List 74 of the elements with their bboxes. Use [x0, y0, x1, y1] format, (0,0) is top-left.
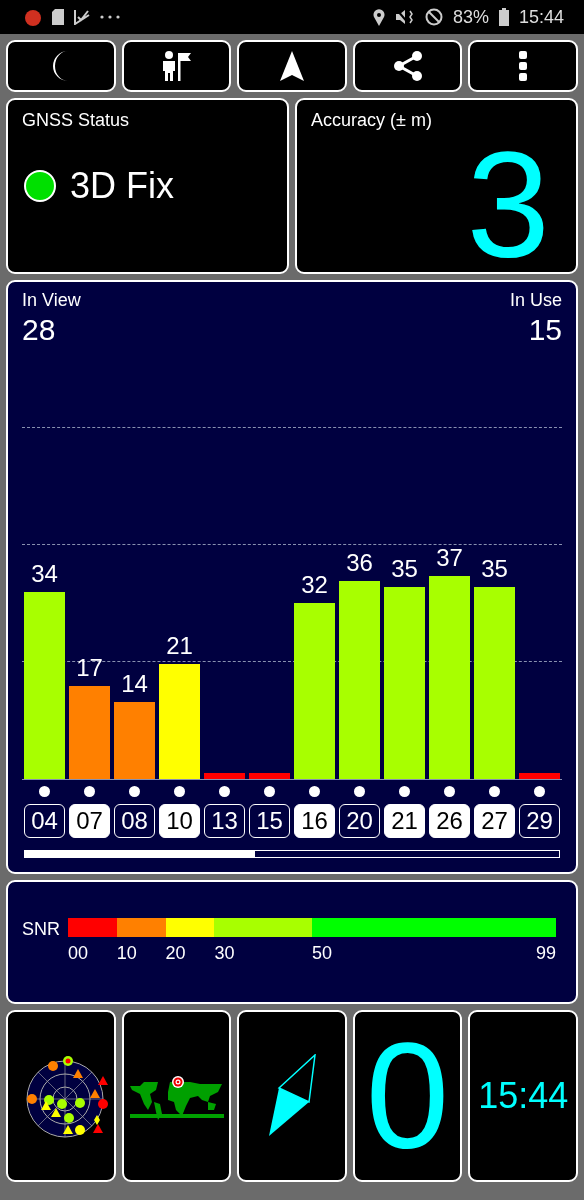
radar-tile[interactable]	[6, 1010, 116, 1182]
satellite-id: 27	[474, 804, 515, 838]
snr-tick-label: 99	[536, 943, 556, 964]
satellite-dot	[534, 786, 545, 797]
signal-value: 36	[345, 549, 374, 577]
satellite-id: 15	[249, 804, 290, 838]
signal-value: 32	[300, 571, 329, 599]
map-tile[interactable]	[121, 1010, 232, 1182]
clock: 15:44	[518, 6, 564, 28]
satellite-id: 07	[69, 804, 110, 838]
battery-icon	[498, 8, 509, 26]
in-view-label: In View	[22, 290, 81, 311]
satellite-dot	[174, 786, 185, 797]
in-view-count: 28	[22, 313, 56, 347]
satellite-id: 08	[114, 804, 155, 838]
satellite-id: 29	[519, 804, 560, 838]
check-icon	[74, 9, 90, 25]
satellite-id: 20	[339, 804, 380, 838]
speed-value: 0	[365, 1021, 450, 1171]
person-with-flag-icon	[160, 50, 193, 82]
satellite-id: 16	[294, 804, 335, 838]
satellite-dot	[444, 786, 455, 797]
satellite-dot	[489, 786, 500, 797]
night-button[interactable]	[6, 40, 116, 92]
navigation-arrow-icon	[280, 51, 304, 81]
share-icon	[391, 50, 424, 82]
signal-value: 35	[480, 554, 509, 583]
more-options-icon	[519, 51, 528, 81]
snr-tick-label: 30	[214, 943, 235, 964]
number-tile[interactable]: 0	[352, 1010, 463, 1182]
signal-value: 37	[435, 543, 464, 572]
snr-tick-label: 50	[312, 943, 333, 964]
share-button[interactable]	[352, 40, 463, 92]
battery-percentage: 83%	[452, 6, 489, 28]
snr-tick-label: 00	[68, 943, 89, 964]
more-notifications-icon	[100, 15, 120, 19]
signal-value: 35	[390, 554, 419, 583]
snr-tick-label: 10	[116, 943, 137, 964]
sd-card-icon	[52, 9, 64, 25]
compass-tile[interactable]	[237, 1010, 347, 1182]
satellite-dot	[264, 786, 275, 797]
menu-button[interactable]	[468, 40, 578, 92]
signal-value: 21	[165, 631, 194, 660]
snr-label: SNR	[22, 919, 60, 941]
navigate-button[interactable]	[237, 40, 347, 92]
satellite-dot	[39, 786, 50, 797]
panel-title: Accuracy (± m)	[311, 110, 433, 131]
time-tile[interactable]: 15:44	[468, 1010, 578, 1182]
satellite-dot	[309, 786, 320, 797]
satellite-dot	[354, 786, 365, 797]
do-not-disturb-icon	[424, 8, 443, 26]
panel-title: GNSS Status	[22, 110, 131, 131]
app-icon	[24, 8, 42, 26]
satellite-id: 04	[24, 804, 65, 838]
satellite-dot	[399, 786, 410, 797]
satellite-id: 21	[384, 804, 425, 838]
guide-button[interactable]	[121, 40, 232, 92]
satellite-dot	[219, 786, 230, 797]
signal-value: 14	[120, 670, 149, 698]
accuracy-value: 3	[466, 130, 550, 280]
signal-value: 34	[30, 560, 59, 588]
in-use-count: 15	[528, 313, 562, 347]
fix-status: 3D Fix	[70, 165, 174, 207]
in-use-label: In Use	[509, 290, 562, 311]
satellite-id: 10	[159, 804, 200, 838]
signal-value: 17	[75, 653, 104, 682]
satellite-dot	[129, 786, 140, 797]
mute-icon	[394, 9, 415, 25]
snr-tick-label: 20	[165, 943, 186, 964]
satellite-id: 26	[429, 804, 470, 838]
location-icon	[372, 8, 385, 26]
satellite-dot	[84, 786, 95, 797]
time-value: 15:44	[478, 1075, 569, 1117]
satellite-id: 13	[204, 804, 245, 838]
